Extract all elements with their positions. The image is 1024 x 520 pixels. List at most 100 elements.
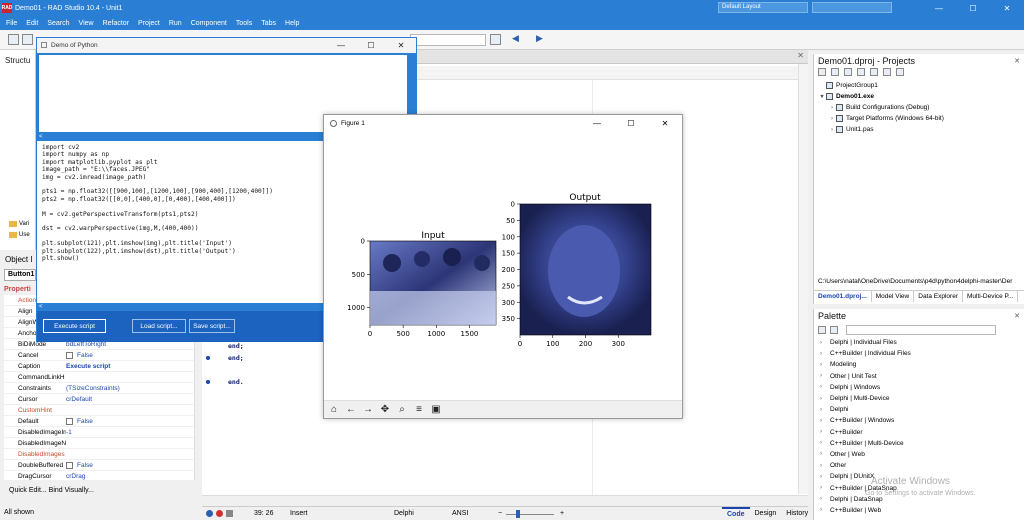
expand-icon[interactable]: › (820, 384, 830, 390)
property-value[interactable]: False (66, 461, 194, 469)
view-icon[interactable] (896, 68, 904, 76)
target-combo[interactable] (410, 34, 486, 46)
expand-icon[interactable]: ▾ (818, 93, 826, 100)
menu-edit[interactable]: Edit (26, 20, 38, 27)
palette-category-icon[interactable] (830, 326, 838, 334)
property-row[interactable]: Constraints (TSizeConstraints) (4, 383, 194, 394)
projects-tab[interactable]: Demo01.dproj... (814, 291, 872, 302)
property-value[interactable]: False (66, 417, 194, 425)
zoom-out-icon[interactable]: − (498, 510, 502, 517)
tab-code[interactable]: Code (722, 507, 750, 520)
property-row[interactable]: Caption Execute script (4, 361, 194, 372)
expand-icon[interactable]: › (820, 340, 830, 346)
property-row[interactable]: CommandLinkH (4, 372, 194, 383)
menu-search[interactable]: Search (47, 20, 69, 27)
property-row[interactable]: DisabledImageIn -1 (4, 427, 194, 438)
expand-icon[interactable]: › (828, 127, 836, 133)
property-row[interactable]: CustomHint (4, 405, 194, 416)
project-tree-node[interactable]: › Build Configurations (Debug) (814, 102, 1024, 113)
projects-tab[interactable]: Model View (872, 291, 915, 302)
build-icon[interactable] (870, 68, 878, 76)
project-tree-node[interactable]: ProjectGroup1 (814, 80, 1024, 91)
load-script-button[interactable]: Load script... (132, 319, 186, 333)
palette-category[interactable]: › Other | Unit Test (814, 371, 1024, 382)
menu-view[interactable]: View (79, 20, 94, 27)
menu-component[interactable]: Component (191, 20, 227, 27)
property-value[interactable]: -1 (66, 429, 194, 436)
editor-vscrollbar[interactable] (798, 64, 808, 494)
breakpoint-dot-icon[interactable] (206, 380, 210, 384)
menu-project[interactable]: Project (138, 20, 160, 27)
figure-close-icon[interactable]: ✕ (648, 119, 682, 128)
structure-node[interactable]: Vari (0, 218, 36, 229)
palette-category[interactable]: › C++Builder (814, 427, 1024, 438)
add-icon[interactable] (831, 68, 839, 76)
device-icon[interactable] (490, 34, 501, 45)
execute-script-button[interactable]: Execute script (43, 319, 106, 333)
palette-category[interactable]: › Modeling (814, 359, 1024, 370)
expand-icon[interactable]: › (820, 396, 830, 402)
play-icon[interactable] (206, 510, 213, 517)
demo-maximize-icon[interactable]: ☐ (356, 41, 386, 50)
expand-icon[interactable]: › (820, 474, 830, 480)
palette-category[interactable]: › C++Builder | Individual Files (814, 348, 1024, 359)
close-icon[interactable]: ✕ (990, 0, 1024, 16)
zoom-icon[interactable]: ⌕ (395, 403, 409, 417)
zoom-in-icon[interactable]: + (560, 510, 564, 517)
figure-maximize-icon[interactable]: ☐ (614, 119, 648, 128)
expand-icon[interactable]: › (820, 373, 830, 379)
save-figure-icon[interactable]: ▣ (429, 403, 443, 417)
project-tree-node[interactable]: ▾ Demo01.exe (814, 91, 1024, 102)
property-row[interactable]: Cancel False (4, 350, 194, 361)
property-checkbox[interactable] (66, 461, 73, 469)
project-tree-node[interactable]: › Unit1.pas (814, 124, 1024, 135)
menu-file[interactable]: File (6, 20, 17, 27)
options-icon[interactable] (857, 68, 865, 76)
expand-icon[interactable]: › (820, 351, 830, 357)
menu-help[interactable]: Help (285, 20, 299, 27)
property-value[interactable]: (TSizeConstraints) (66, 385, 194, 392)
expand-icon[interactable]: › (820, 429, 830, 435)
structure-node[interactable]: Use (0, 229, 36, 240)
ide-search-input[interactable] (812, 2, 892, 13)
expand-icon[interactable]: › (820, 418, 830, 424)
expand-icon[interactable]: › (820, 407, 830, 413)
demo-minimize-icon[interactable]: — (326, 41, 356, 50)
property-value[interactable]: Execute script (66, 363, 194, 370)
back-arrow-icon[interactable]: ◀ (512, 33, 519, 44)
projects-tab[interactable]: Data Explorer (914, 291, 963, 302)
remove-icon[interactable] (844, 68, 852, 76)
palette-category[interactable]: › Other | Web (814, 449, 1024, 460)
zoom-slider[interactable] (516, 510, 520, 518)
forward-arrow-icon[interactable]: ▶ (536, 33, 543, 44)
palette-search-input[interactable] (846, 325, 996, 335)
palette-category[interactable]: › C++Builder | Windows (814, 415, 1024, 426)
tab-close-icon[interactable]: ✕ (797, 51, 804, 60)
property-value[interactable]: False (66, 351, 194, 359)
tab-history[interactable]: History (781, 507, 813, 520)
menu-tools[interactable]: Tools (236, 20, 252, 27)
palette-category[interactable]: › Other (814, 460, 1024, 471)
maximize-icon[interactable]: ☐ (956, 0, 990, 16)
stop-icon[interactable] (226, 510, 233, 517)
save-script-button[interactable]: Save script... (189, 319, 235, 333)
palette-menu-icon[interactable] (818, 326, 826, 334)
menu-refactor[interactable]: Refactor (103, 20, 129, 27)
minimize-icon[interactable]: — (922, 0, 956, 16)
expand-icon[interactable]: › (820, 463, 830, 469)
palette-category[interactable]: › Delphi (814, 404, 1024, 415)
menu-tabs[interactable]: Tabs (261, 20, 276, 27)
open-icon[interactable] (22, 34, 33, 45)
property-row[interactable]: Cursor crDefault (4, 394, 194, 405)
pin-icon[interactable]: ✕ (1014, 57, 1020, 65)
property-row[interactable]: DragCursor crDrag (4, 471, 194, 482)
expand-icon[interactable]: › (828, 105, 836, 111)
property-row[interactable]: Default False (4, 416, 194, 427)
editor-hscrollbar[interactable] (202, 495, 808, 505)
palette-category[interactable]: › Delphi | Multi-Device (814, 393, 1024, 404)
property-checkbox[interactable] (66, 417, 73, 425)
expand-icon[interactable]: › (820, 485, 830, 491)
expand-icon[interactable]: › (828, 116, 836, 122)
figure-minimize-icon[interactable]: — (580, 119, 614, 128)
expand-icon[interactable]: › (820, 440, 830, 446)
